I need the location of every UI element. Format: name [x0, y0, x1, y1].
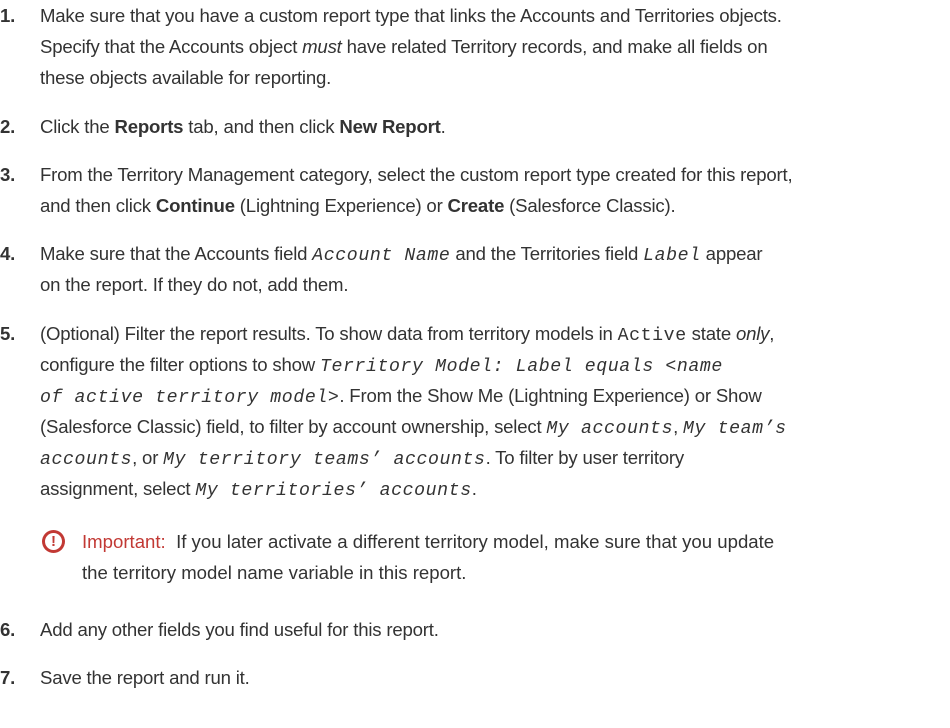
text-run: Add any other fields you find useful for…	[40, 619, 439, 640]
text-run: ,	[673, 416, 684, 437]
field-value: Territory Model: Label equals <name	[319, 357, 723, 377]
field-value: My territories’ accounts	[195, 481, 472, 501]
field-value: Label	[643, 246, 701, 266]
text-run: . From the Show Me (Lightning Experience…	[339, 385, 762, 406]
text-run: Save the report and run it.	[40, 667, 250, 688]
step-line: assignment, select My territories’ accou…	[40, 473, 950, 504]
text-run: appear	[700, 243, 763, 264]
step-line: From the Territory Management category, …	[40, 159, 950, 190]
step-text: Click the Reports tab, and then click Ne…	[40, 111, 950, 142]
text-run: (Lightning Experience) or	[234, 195, 448, 216]
field-value: My team’s	[683, 419, 787, 439]
ui-label: Create	[447, 195, 505, 216]
emphasis: only	[735, 323, 770, 344]
important-line-2: the territory model name variable in thi…	[82, 562, 467, 583]
text-run: (Optional) Filter the report results. To…	[40, 323, 618, 344]
step-line: of active territory model>. From the Sho…	[40, 380, 950, 411]
step-text: Make sure that the Accounts field Accoun…	[40, 238, 950, 300]
step-line: Make sure that you have a custom report …	[40, 0, 950, 31]
step-text: From the Territory Management category, …	[40, 159, 950, 221]
text-run: From the Territory Management category, …	[40, 164, 793, 185]
text-run: (Salesforce Classic) field, to filter by…	[40, 416, 547, 437]
text-run: and the Territories field	[450, 243, 644, 264]
step-line: on the report. If they do not, add them.	[40, 269, 950, 300]
step-line: (Optional) Filter the report results. To…	[40, 318, 950, 349]
step-number: 2.	[0, 116, 16, 137]
field-value: of active territory model>	[40, 388, 340, 408]
step-line: Make sure that the Accounts field Accoun…	[40, 238, 950, 269]
text-run: assignment, select	[40, 478, 196, 499]
field-value: accounts	[40, 450, 133, 470]
step-text: (Optional) Filter the report results. To…	[40, 318, 950, 504]
field-value: My territory teams’ accounts	[163, 450, 486, 470]
text-run: .	[471, 478, 477, 499]
text-run: (Salesforce Classic).	[504, 195, 676, 216]
step-text: Add any other fields you find useful for…	[40, 614, 950, 645]
step-line: configure the filter options to show Ter…	[40, 349, 950, 380]
text-run: state	[686, 323, 736, 344]
step-line: Add any other fields you find useful for…	[40, 614, 950, 645]
text-run: Make sure that the Accounts field	[40, 243, 313, 264]
field-value: Account Name	[312, 246, 451, 266]
important-label: Important:	[82, 531, 166, 552]
important-text: Important: If you later activate a diffe…	[82, 526, 950, 588]
text-run: these objects available for reporting.	[40, 67, 332, 88]
emphasis: must	[302, 36, 342, 57]
step-line: (Salesforce Classic) field, to filter by…	[40, 411, 950, 442]
ui-label: New Report	[339, 116, 441, 137]
step-number: 5.	[0, 323, 16, 344]
step-line: Save the report and run it.	[40, 662, 950, 693]
step-line: Click the Reports tab, and then click Ne…	[40, 111, 950, 142]
step-number: 7.	[0, 667, 16, 688]
text-run: ,	[769, 323, 775, 344]
text-run: , or	[132, 447, 164, 468]
text-run: tab, and then click	[183, 116, 340, 137]
step-text: Make sure that you have a custom report …	[40, 0, 950, 93]
text-run: . To filter by user territory	[485, 447, 685, 468]
ui-label: Reports	[114, 116, 184, 137]
text-run: Specify that the Accounts object	[40, 36, 303, 57]
text-run: have related Territory records, and make…	[341, 36, 768, 57]
text-run: Click the	[40, 116, 115, 137]
step-number: 1.	[0, 5, 16, 26]
text-run: and then click	[40, 195, 156, 216]
field-value: Active	[617, 326, 687, 346]
step-number: 3.	[0, 164, 16, 185]
text-run: on the report. If they do not, add them.	[40, 274, 349, 295]
step-line: and then click Continue (Lightning Exper…	[40, 190, 950, 221]
step-number: 4.	[0, 243, 16, 264]
important-line-1: If you later activate a different territ…	[176, 531, 775, 552]
text-run: configure the filter options to show	[40, 354, 320, 375]
step-line: accounts, or My territory teams’ account…	[40, 442, 950, 473]
exclamation-icon: !	[42, 530, 65, 553]
step-line: these objects available for reporting.	[40, 62, 950, 93]
field-value: My accounts	[546, 419, 674, 439]
text-run: .	[440, 116, 446, 137]
text-run: Make sure that you have a custom report …	[40, 5, 782, 26]
step-line: Specify that the Accounts object must ha…	[40, 31, 950, 62]
step-number: 6.	[0, 619, 16, 640]
ui-label: Continue	[155, 195, 235, 216]
step-text: Save the report and run it.	[40, 662, 950, 693]
